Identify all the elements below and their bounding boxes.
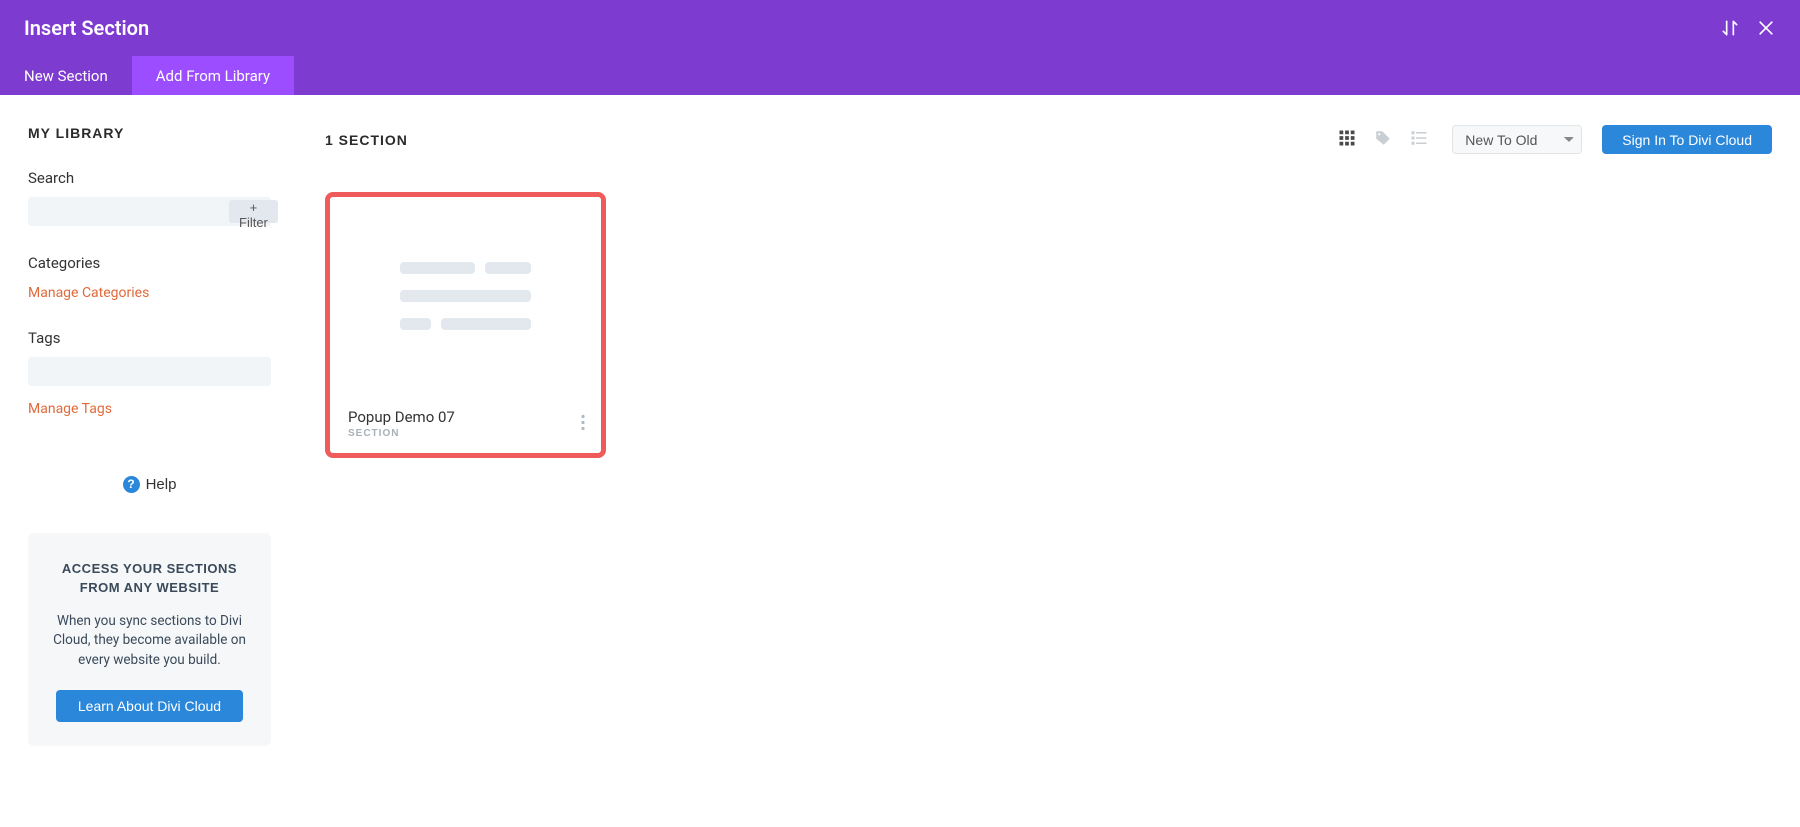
categories-label: Categories bbox=[28, 254, 271, 272]
modal-body: My Library Search + Filter Categories Ma… bbox=[0, 95, 1800, 770]
learn-divi-cloud-button[interactable]: Learn About Divi Cloud bbox=[56, 690, 243, 722]
sidebar-title: My Library bbox=[28, 125, 271, 141]
help-icon: ? bbox=[123, 476, 140, 493]
grid-view-icon[interactable] bbox=[1338, 129, 1356, 150]
library-item-name: Popup Demo 07 bbox=[348, 408, 583, 426]
promo-title: Access Your Sections From Any Website bbox=[46, 559, 253, 598]
sidebar: My Library Search + Filter Categories Ma… bbox=[0, 95, 295, 770]
modal-header: Insert Section bbox=[0, 0, 1800, 56]
view-toggle bbox=[1338, 129, 1428, 150]
manage-tags-link[interactable]: Manage Tags bbox=[28, 401, 112, 417]
tab-add-from-library[interactable]: Add From Library bbox=[132, 56, 294, 95]
help-label: Help bbox=[146, 476, 177, 493]
modal-header-actions bbox=[1720, 18, 1776, 38]
promo-text: When you sync sections to Divi Cloud, th… bbox=[46, 612, 253, 671]
tab-bar: New Section Add From Library bbox=[0, 56, 1800, 95]
section-count: 1 Section bbox=[325, 132, 1338, 148]
tab-new-section[interactable]: New Section bbox=[0, 56, 132, 95]
tags-label: Tags bbox=[28, 329, 271, 347]
close-icon[interactable] bbox=[1756, 18, 1776, 38]
library-item-footer: Popup Demo 07 Section bbox=[330, 394, 601, 453]
sort-arrows-icon[interactable] bbox=[1720, 18, 1740, 38]
modal-title: Insert Section bbox=[24, 16, 1720, 40]
tag-view-icon[interactable] bbox=[1374, 129, 1392, 150]
sign-in-divi-cloud-button[interactable]: Sign In To Divi Cloud bbox=[1602, 125, 1772, 154]
main: 1 Section New To Old Sign In To Divi Clo… bbox=[295, 95, 1800, 770]
manage-categories-link[interactable]: Manage Categories bbox=[28, 285, 149, 301]
search-label: Search bbox=[28, 169, 271, 187]
main-header: 1 Section New To Old Sign In To Divi Clo… bbox=[325, 125, 1772, 154]
help-button[interactable]: ? Help bbox=[123, 476, 177, 493]
add-filter-button[interactable]: + Filter bbox=[229, 200, 278, 223]
library-item-type: Section bbox=[348, 428, 583, 439]
search-input[interactable] bbox=[28, 197, 229, 226]
search-row: + Filter bbox=[28, 197, 271, 226]
promo-card: Access Your Sections From Any Website Wh… bbox=[28, 533, 271, 747]
library-item-preview bbox=[330, 197, 601, 394]
tags-input[interactable] bbox=[28, 357, 271, 386]
library-item[interactable]: Popup Demo 07 Section bbox=[325, 192, 606, 458]
list-view-icon[interactable] bbox=[1410, 129, 1428, 150]
sort-select[interactable]: New To Old bbox=[1452, 125, 1582, 154]
library-grid: Popup Demo 07 Section bbox=[325, 192, 1772, 458]
kebab-menu-icon[interactable] bbox=[575, 408, 591, 439]
